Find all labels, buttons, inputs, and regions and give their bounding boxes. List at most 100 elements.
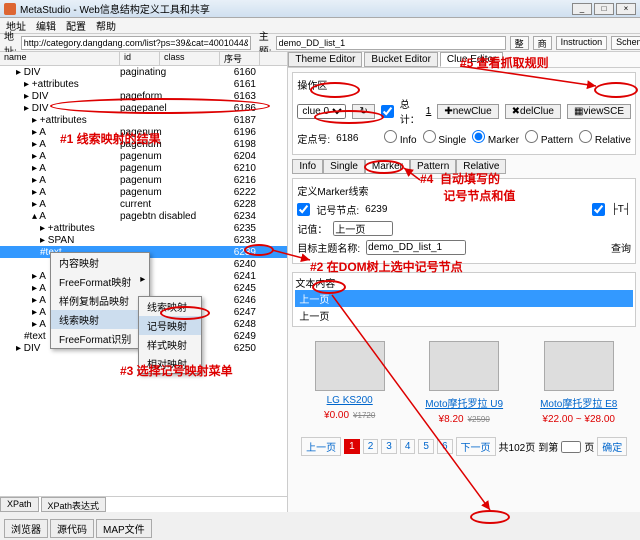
subtab-info[interactable]: Info — [292, 159, 323, 174]
tree-row[interactable]: ▸ Acurrent6228 — [0, 198, 287, 210]
submenu-relative-map[interactable]: 相对映射 — [139, 354, 201, 373]
pager-go[interactable]: 确定 — [597, 437, 627, 456]
menu-freeformat-rec[interactable]: FreeFormat识别 — [51, 329, 149, 348]
pager-next[interactable]: 下一页 — [456, 437, 496, 456]
radio-info[interactable]: Info — [384, 130, 416, 146]
tab-xpath[interactable]: XPath — [0, 497, 39, 512]
menu-sample-copy[interactable]: 样例复制品映射 — [51, 291, 149, 310]
tree-row[interactable]: ▸ Apagenum6204 — [0, 150, 287, 162]
product-item[interactable]: LG KS200 ¥0.00¥1720 — [300, 341, 400, 425]
tab-map[interactable]: MAP文件 — [96, 519, 152, 538]
tree-row[interactable]: ▸ DIVpageform6163 — [0, 90, 287, 102]
min-button[interactable]: _ — [572, 3, 592, 15]
menu-edit[interactable]: 编辑 — [36, 18, 56, 33]
product-price: ¥0.00 — [324, 410, 349, 421]
text-line[interactable]: 上一页 — [295, 290, 633, 307]
submenu-style-map[interactable]: 样式映射 — [139, 335, 201, 354]
pager-page[interactable]: 5 — [418, 439, 434, 454]
tab-source[interactable]: 源代码 — [50, 519, 94, 538]
col-class[interactable]: class — [160, 52, 220, 65]
menu-config[interactable]: 配置 — [66, 18, 86, 33]
tree-row[interactable]: ▸ +attributes6187 — [0, 114, 287, 126]
marker-val-input[interactable] — [333, 221, 393, 236]
pager-input[interactable] — [561, 441, 581, 453]
menu-content-map[interactable]: 内容映射 — [51, 253, 149, 272]
tree-row[interactable]: ▸ +attributes6161 — [0, 78, 287, 90]
col-id[interactable]: id — [120, 52, 160, 65]
menu-freeformat-map[interactable]: FreeFormat映射 — [51, 272, 149, 291]
mgr-button[interactable]: 整理器 — [510, 36, 529, 50]
app-icon — [4, 3, 16, 15]
address-input[interactable] — [21, 36, 251, 50]
pager-page[interactable]: 4 — [400, 439, 416, 454]
tab-browser[interactable]: 浏览器 — [4, 519, 48, 538]
menu-help[interactable]: 帮助 — [96, 18, 116, 33]
tree-row[interactable]: ▸ DIVpaginating6160 — [0, 66, 287, 78]
radio-single[interactable]: Single — [423, 130, 467, 146]
product-name[interactable]: Moto摩托罗拉 E8 — [529, 395, 629, 410]
tab-xpath-expr[interactable]: XPath表达式 — [41, 497, 107, 512]
product-image — [429, 341, 499, 391]
subtab-relative[interactable]: Relative — [456, 159, 506, 174]
tree-row[interactable]: ▸ DIVpagepanel6186 — [0, 102, 287, 114]
subtab-single[interactable]: Single — [323, 159, 365, 174]
text-line[interactable]: 上一页 — [295, 307, 633, 324]
submenu-clue-map[interactable]: 线索映射 — [139, 297, 201, 316]
goods-button[interactable]: 商品 — [533, 36, 552, 50]
pager-page[interactable]: 2 — [363, 439, 379, 454]
subtab-pattern[interactable]: Pattern — [410, 159, 456, 174]
delclue-button[interactable]: ✖delClue — [505, 104, 561, 119]
tab-clue-editor[interactable]: Clue Editor — [440, 52, 503, 67]
product-name[interactable]: Moto摩托罗拉 U9 — [414, 395, 514, 410]
query-button[interactable]: 查询 — [611, 240, 631, 255]
pager-total: 共102页 — [499, 439, 536, 454]
opzone-title: 操作区 — [297, 77, 631, 92]
refresh-icon[interactable]: ↻ — [352, 104, 374, 119]
tree-row[interactable]: ▸ Apagenum6196 — [0, 126, 287, 138]
col-name[interactable]: name — [0, 52, 120, 65]
max-button[interactable]: □ — [594, 3, 614, 15]
viewsce-button[interactable]: ▦viewSCE — [567, 104, 631, 119]
context-menu[interactable]: 内容映射 FreeFormat映射 样例复制品映射 线索映射 FreeForma… — [50, 252, 150, 349]
sub-context-menu[interactable]: 线索映射 记号映射 样式映射 相对映射 — [138, 296, 202, 374]
marker-target-input[interactable] — [366, 240, 466, 255]
tab-bucket-editor[interactable]: Bucket Editor — [364, 52, 437, 67]
pager-page[interactable]: 3 — [381, 439, 397, 454]
node-label: 定点号: — [297, 131, 330, 146]
tab-theme-editor[interactable]: Theme Editor — [288, 52, 362, 67]
clue-select[interactable]: clue 0 — [297, 104, 346, 119]
tree-row[interactable]: ▸ +attributes6235 — [0, 222, 287, 234]
product-item[interactable]: Moto摩托罗拉 U9 ¥8.20¥2590 — [414, 341, 514, 425]
tree-row[interactable]: ▸ Apagenum6198 — [0, 138, 287, 150]
radio-pattern[interactable]: Pattern — [525, 130, 573, 146]
pager-page[interactable]: 6 — [437, 439, 453, 454]
newclue-button[interactable]: ✚newClue — [437, 104, 498, 119]
subtab-marker[interactable]: Marker — [365, 159, 410, 174]
menu-clue-map[interactable]: 线索映射 — [51, 310, 149, 329]
product-oldprice: ¥2590 — [468, 415, 490, 424]
instruction-button[interactable]: Instruction — [556, 36, 608, 50]
schema-button[interactable]: Schema — [611, 36, 640, 50]
titlebar: MetaStudio - Web信息结构定义工具和共享 _ □ × — [0, 0, 640, 18]
pager-page[interactable]: 1 — [344, 439, 360, 454]
tree-row[interactable]: ▸ Apagenum6222 — [0, 186, 287, 198]
marker-t-check[interactable] — [592, 203, 605, 216]
tree-row[interactable]: ▸ Apagenum6216 — [0, 174, 287, 186]
radio-marker[interactable]: Marker — [472, 130, 519, 146]
marker-node-label: 记号节点: — [316, 202, 359, 217]
tree-row[interactable]: ▸ Apagenum6210 — [0, 162, 287, 174]
product-name[interactable]: LG KS200 — [300, 395, 400, 406]
radio-relative[interactable]: Relative — [579, 130, 631, 146]
t-icon: ├T┤ — [611, 204, 631, 215]
product-item[interactable]: Moto摩托罗拉 E8 ¥22.00 ~ ¥28.00 — [529, 341, 629, 425]
oval-next — [470, 510, 510, 524]
col-seq[interactable]: 序号 — [220, 52, 260, 65]
theme-input[interactable] — [276, 36, 506, 50]
tree-row[interactable]: ▴ Apagebtn disabled6234 — [0, 210, 287, 222]
clue-check[interactable] — [381, 105, 394, 118]
marker-check[interactable] — [297, 203, 310, 216]
tree-row[interactable]: ▸ SPAN6238 — [0, 234, 287, 246]
pager-prev[interactable]: 上一页 — [301, 437, 341, 456]
close-button[interactable]: × — [616, 3, 636, 15]
submenu-mark-map[interactable]: 记号映射 — [139, 316, 201, 335]
